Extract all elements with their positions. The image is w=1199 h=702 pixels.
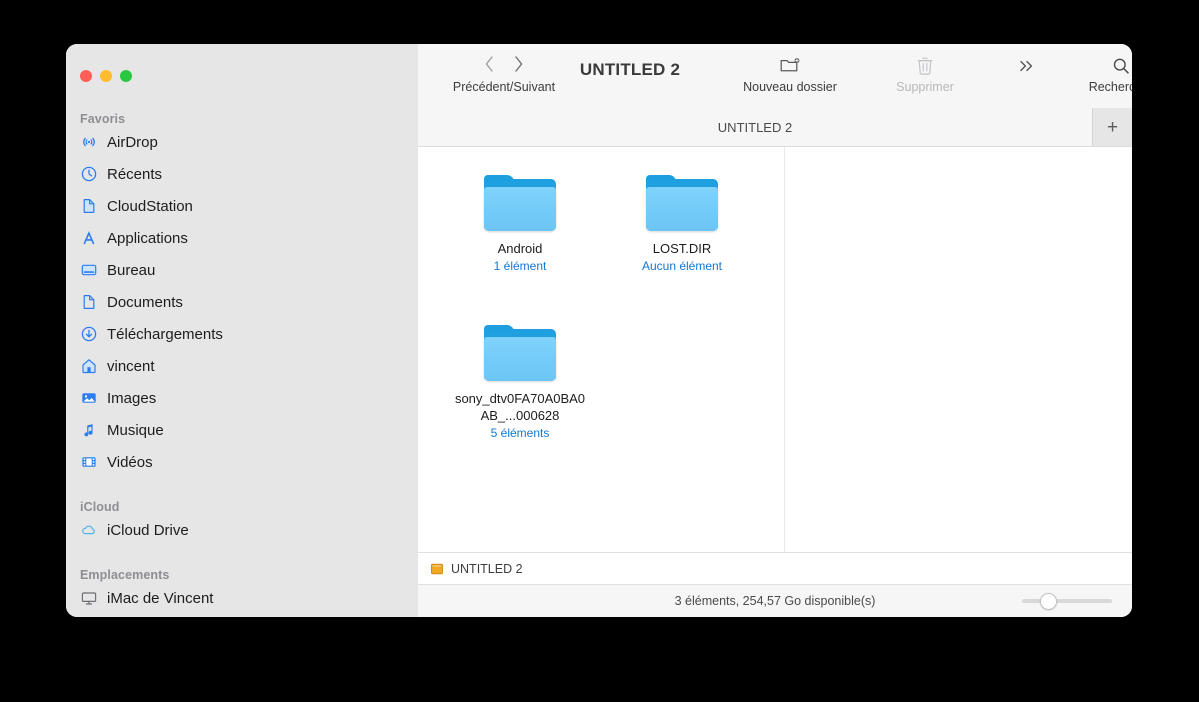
new-folder-button[interactable]: Nouveau dossier	[710, 54, 870, 94]
new-folder-icon	[779, 54, 801, 78]
home-icon	[80, 357, 98, 375]
delete-button[interactable]: Supprimer	[870, 54, 980, 94]
file-name: Android	[497, 241, 543, 256]
close-window-button[interactable]	[80, 70, 92, 82]
tab-untitled-2[interactable]: UNTITLED 2	[418, 108, 1092, 146]
film-icon	[80, 453, 98, 471]
delete-label: Supprimer	[896, 80, 954, 94]
icon-view-pane[interactable]: Android 1 élément LOST.DIR Aucun élément	[418, 147, 785, 552]
sidebar-item-label: Documents	[107, 293, 183, 311]
search-button[interactable]: Rechercher	[1056, 54, 1132, 94]
sidebar-item-label: Applications	[107, 229, 188, 247]
sidebar-item-recents[interactable]: Récents	[66, 158, 418, 190]
file-item-lost-dir[interactable]: LOST.DIR Aucun élément	[608, 175, 756, 274]
main-column: Précédent/Suivant UNTITLED 2 Nouveau dos…	[418, 44, 1132, 617]
external-drive-icon	[430, 562, 444, 576]
new-folder-label: Nouveau dossier	[743, 80, 837, 94]
chevron-double-right-icon	[1015, 54, 1037, 78]
app-store-icon	[80, 229, 98, 247]
window-body: Favoris AirDrop Récents CloudStation App…	[66, 44, 1132, 617]
sidebar-item-icloud-drive[interactable]: iCloud Drive	[66, 514, 418, 546]
sidebar-item-label: Vidéos	[107, 453, 153, 471]
document-icon	[80, 293, 98, 311]
file-item-count: 1 élément	[493, 259, 547, 273]
sidebar-item-videos[interactable]: Vidéos	[66, 446, 418, 478]
path-bar-label: UNTITLED 2	[451, 561, 523, 576]
sidebar: Favoris AirDrop Récents CloudStation App…	[66, 44, 418, 617]
sidebar-item-bureau[interactable]: Bureau	[66, 254, 418, 286]
sidebar-item-applications[interactable]: Applications	[66, 222, 418, 254]
sidebar-item-label: vincent	[107, 357, 155, 375]
zoom-window-button[interactable]	[120, 70, 132, 82]
sidebar-item-label: iCloud Drive	[107, 521, 189, 539]
sidebar-section-favoris: Favoris AirDrop Récents CloudStation App…	[66, 112, 418, 478]
tab-label: UNTITLED 2	[717, 119, 793, 135]
sidebar-item-cloudstation[interactable]: CloudStation	[66, 190, 418, 222]
file-item-android[interactable]: Android 1 élément	[446, 175, 594, 274]
sidebar-item-airdrop[interactable]: AirDrop	[66, 126, 418, 158]
download-icon	[80, 325, 98, 343]
slider-knob[interactable]	[1040, 592, 1057, 610]
airdrop-icon	[80, 133, 98, 151]
sidebar-section-title-icloud: iCloud	[80, 500, 120, 514]
sidebar-item-label: Musique	[107, 421, 164, 439]
file-name: sony_dtv0FA70A0BA0AB_...000628	[454, 391, 586, 423]
plus-icon: +	[1106, 116, 1119, 138]
nav-arrow-group	[483, 54, 525, 78]
more-toolbar-items-button[interactable]	[996, 54, 1056, 80]
preview-pane	[785, 147, 1132, 552]
sidebar-item-imac-de-vincent[interactable]: iMac de Vincent	[66, 582, 418, 614]
chevron-left-icon[interactable]	[483, 54, 496, 79]
trash-icon	[915, 54, 935, 78]
folder-icon	[484, 325, 556, 383]
sidebar-item-label: CloudStation	[107, 197, 193, 215]
sidebar-item-label: Récents	[107, 165, 163, 183]
slider-track	[1022, 599, 1112, 603]
cloud-icon	[80, 521, 98, 539]
sidebar-item-label: AirDrop	[107, 133, 158, 151]
navigation-controls: Précédent/Suivant	[418, 54, 590, 94]
document-icon	[80, 197, 98, 215]
sidebar-item-vincent[interactable]: vincent	[66, 350, 418, 382]
minimize-window-button[interactable]	[100, 70, 112, 82]
clock-icon	[80, 165, 98, 183]
chevron-right-icon[interactable]	[512, 54, 525, 79]
sidebar-item-label: Images	[107, 389, 157, 407]
finder-window: Favoris AirDrop Récents CloudStation App…	[66, 44, 1132, 617]
navigation-caption: Précédent/Suivant	[452, 80, 556, 94]
sidebar-item-musique[interactable]: Musique	[66, 414, 418, 446]
content-area: Android 1 élément LOST.DIR Aucun élément	[418, 147, 1132, 552]
folder-icon	[646, 175, 718, 233]
search-label: Rechercher	[1088, 80, 1132, 94]
sidebar-item-documents[interactable]: Documents	[66, 286, 418, 318]
music-note-icon	[80, 421, 98, 439]
sidebar-item-images[interactable]: Images	[66, 382, 418, 414]
tab-bar: UNTITLED 2 +	[418, 108, 1132, 147]
folder-icon	[484, 175, 556, 233]
sidebar-item-label: Bureau	[107, 261, 156, 279]
photos-icon	[80, 389, 98, 407]
file-item-count: 5 éléments	[490, 426, 550, 440]
sidebar-section-title-favoris: Favoris	[80, 112, 126, 126]
status-bar: 3 éléments, 254,57 Go disponible(s)	[418, 584, 1132, 617]
sidebar-item-label: iMac de Vincent	[107, 589, 214, 607]
path-bar[interactable]: UNTITLED 2	[418, 552, 1132, 584]
imac-display-icon	[80, 589, 98, 607]
search-icon	[1111, 54, 1131, 78]
file-item-count: Aucun élément	[641, 259, 723, 273]
new-tab-button[interactable]: +	[1092, 108, 1132, 146]
sidebar-section-icloud: iCloud iCloud Drive	[66, 500, 418, 546]
toolbar: Précédent/Suivant UNTITLED 2 Nouveau dos…	[418, 44, 1132, 108]
sidebar-section-emplacements: Emplacements iMac de Vincent	[66, 568, 418, 614]
sidebar-section-title-emplacements: Emplacements	[80, 568, 170, 582]
icon-size-slider[interactable]	[1022, 592, 1112, 610]
sidebar-item-telechargements[interactable]: Téléchargements	[66, 318, 418, 350]
sidebar-item-label: Téléchargements	[107, 325, 223, 343]
file-name: LOST.DIR	[652, 241, 712, 256]
file-item-sony-dtv[interactable]: sony_dtv0FA70A0BA0AB_...000628 5 élément…	[446, 325, 594, 441]
traffic-light-buttons	[66, 61, 418, 83]
desktop-icon	[80, 261, 98, 279]
